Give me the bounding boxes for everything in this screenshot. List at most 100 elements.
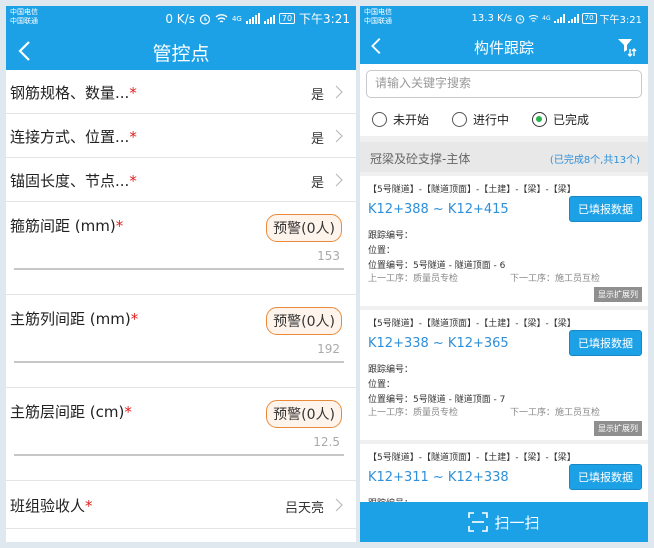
card-position: 位置： xyxy=(368,380,396,390)
alarm-icon xyxy=(515,14,525,24)
required-mark: * xyxy=(124,403,132,421)
section-count: (已完成8个,共13个) xyxy=(549,155,640,166)
card-path: 【5号隧道】-【隧道顶面】-【土建】-【梁】-【梁】 xyxy=(368,453,576,463)
title-bar: 管控点 xyxy=(6,30,356,70)
signal-icon xyxy=(245,13,260,24)
status-filter-group: 未开始 进行中 已完成 xyxy=(360,102,648,136)
chevron-right-icon xyxy=(335,498,343,512)
chevron-right-icon xyxy=(335,85,343,99)
card-position-no: 位置编号：5号隧道 - 隧道顶面 - 7 xyxy=(368,395,506,405)
form-row-stirrup-spacing: 箍筋间距 (mm)* 预警(0人) 153 xyxy=(6,202,356,295)
required-mark: * xyxy=(129,172,137,190)
form-row-inspector[interactable]: 班组验收人* 吕天亮 xyxy=(6,481,356,529)
scan-label: 扫一扫 xyxy=(494,513,540,532)
form-row-layer-spacing: 主筋层间距 (cm)* 预警(0人) 12.5 xyxy=(6,388,356,481)
alarm-icon xyxy=(199,13,211,25)
required-mark: * xyxy=(85,497,93,515)
row-value: 是 xyxy=(310,176,324,191)
measure-input[interactable]: 12.5 xyxy=(313,435,340,449)
row-label: 锚固长度、节点...* xyxy=(10,172,137,190)
warning-badge[interactable]: 预警(0人) xyxy=(266,214,342,242)
form-row-anchorage[interactable]: 锚固长度、节点...* 是 xyxy=(6,158,356,202)
carrier-info: 中国电信 中国联通 xyxy=(364,8,392,26)
measure-input[interactable]: 153 xyxy=(317,249,340,263)
search-input[interactable] xyxy=(375,76,635,90)
search-area xyxy=(360,64,648,102)
section-title: 冠梁及砼支撑-主体 xyxy=(370,152,471,166)
status-indicators: 13.3 K/s 4G 70 下午3:21 xyxy=(472,11,642,26)
card-path: 【5号隧道】-【隧道顶面】-【土建】-【梁】-【梁】 xyxy=(368,185,576,195)
row-label: 连接方式、位置...* xyxy=(10,128,137,146)
carrier-secondary: 中国联通 xyxy=(364,17,392,25)
show-expand-button[interactable]: 显示扩展列 xyxy=(594,421,642,436)
card-position: 位置： xyxy=(368,246,396,256)
row-label: 班组验收人* xyxy=(10,497,93,515)
network-speed: 13.3 K/s xyxy=(471,13,513,24)
card-next-step: 下一工序：施工员互检 xyxy=(510,274,601,284)
chevron-right-icon xyxy=(335,173,343,187)
form-row-column-spacing: 主筋列间距 (mm)* 预警(0人) 192 xyxy=(6,295,356,388)
card-track-no: 跟踪编号： xyxy=(368,365,414,375)
wifi-icon xyxy=(528,15,539,22)
network-type: 4G xyxy=(231,14,242,23)
input-underline xyxy=(14,454,344,456)
section-header: 冠梁及砼支撑-主体 (已完成8个,共13个) xyxy=(360,142,648,172)
radio-label: 未开始 xyxy=(393,112,430,127)
filter-in-progress[interactable]: 进行中 xyxy=(452,111,509,128)
card-range: K12+338 ~ K12+365 xyxy=(368,336,509,351)
row-label: 主筋列间距 (mm)* xyxy=(10,310,139,328)
card-range: K12+311 ~ K12+338 xyxy=(368,470,509,485)
row-value: 是 xyxy=(310,88,324,103)
scan-icon xyxy=(468,512,489,532)
card-prev-step: 上一工序：质量员专检 xyxy=(368,408,459,418)
input-underline xyxy=(14,268,344,270)
row-label: 主筋层间距 (cm)* xyxy=(10,403,132,421)
warning-badge[interactable]: 预警(0人) xyxy=(266,400,342,428)
filled-data-button[interactable]: 已填报数据 xyxy=(569,330,642,356)
carrier-secondary: 中国联通 xyxy=(10,17,38,25)
card-path: 【5号隧道】-【隧道顶面】-【土建】-【梁】-【梁】 xyxy=(368,319,576,329)
tracking-card[interactable]: 【5号隧道】-【隧道顶面】-【土建】-【梁】-【梁】 K12+388 ~ K12… xyxy=(360,176,648,306)
row-label: 箍筋间距 (mm)* xyxy=(10,217,124,235)
clock-time: 下午3:21 xyxy=(299,12,350,26)
scan-button[interactable]: 扫一扫 xyxy=(360,502,648,542)
tracking-card[interactable]: 【5号隧道】-【隧道顶面】-【土建】-【梁】-【梁】 K12+338 ~ K12… xyxy=(360,310,648,440)
chevron-right-icon xyxy=(335,129,343,143)
status-bar: 中国电信 中国联通 13.3 K/s 4G 70 下午3:21 xyxy=(360,6,648,30)
row-value: 是 xyxy=(310,132,324,147)
card-track-no: 跟踪编号： xyxy=(368,231,414,241)
filled-data-button[interactable]: 已填报数据 xyxy=(569,464,642,490)
signal-icon xyxy=(567,14,579,23)
card-position-no: 位置编号：5号隧道 - 隧道顶面 - 6 xyxy=(368,261,506,271)
required-mark: * xyxy=(129,84,137,102)
title-bar: 构件跟踪 xyxy=(360,30,648,64)
radio-circle[interactable] xyxy=(532,111,548,127)
network-type: 4G xyxy=(542,15,551,22)
measure-input[interactable]: 192 xyxy=(317,342,340,356)
filled-data-button[interactable]: 已填报数据 xyxy=(569,196,642,222)
status-bar: 中国电信 中国联通 0 K/s 4G 70 下午3:21 xyxy=(6,6,356,30)
left-phone-screen: 中国电信 中国联通 0 K/s 4G 70 下午3:21 管控点 钢筋规格、数量… xyxy=(6,6,356,542)
radio-circle[interactable] xyxy=(372,111,387,127)
form-row-rebar-spec[interactable]: 钢筋规格、数量...* 是 xyxy=(6,70,356,114)
radio-circle[interactable] xyxy=(452,111,468,127)
radio-label: 进行中 xyxy=(473,112,510,127)
warning-badge[interactable]: 预警(0人) xyxy=(266,307,342,335)
filter-not-started[interactable]: 未开始 xyxy=(372,111,429,128)
form-row-connection[interactable]: 连接方式、位置...* 是 xyxy=(6,114,356,158)
signal-icon xyxy=(263,13,275,24)
row-value: 吕天亮 xyxy=(284,501,324,516)
filter-completed[interactable]: 已完成 xyxy=(532,111,589,128)
radio-label: 已完成 xyxy=(553,112,590,127)
battery-icon: 70 xyxy=(581,13,597,24)
required-mark: * xyxy=(115,217,124,235)
show-expand-button[interactable]: 显示扩展列 xyxy=(594,287,642,302)
row-label: 钢筋规格、数量...* xyxy=(10,84,137,102)
signal-icon xyxy=(553,14,565,23)
search-box[interactable] xyxy=(366,70,642,98)
required-mark: * xyxy=(129,128,137,146)
page-title: 管控点 xyxy=(152,43,210,65)
card-range: K12+388 ~ K12+415 xyxy=(368,202,509,217)
filter-sort-icon[interactable] xyxy=(616,36,638,58)
card-next-step: 下一工序：施工员互检 xyxy=(510,408,601,418)
